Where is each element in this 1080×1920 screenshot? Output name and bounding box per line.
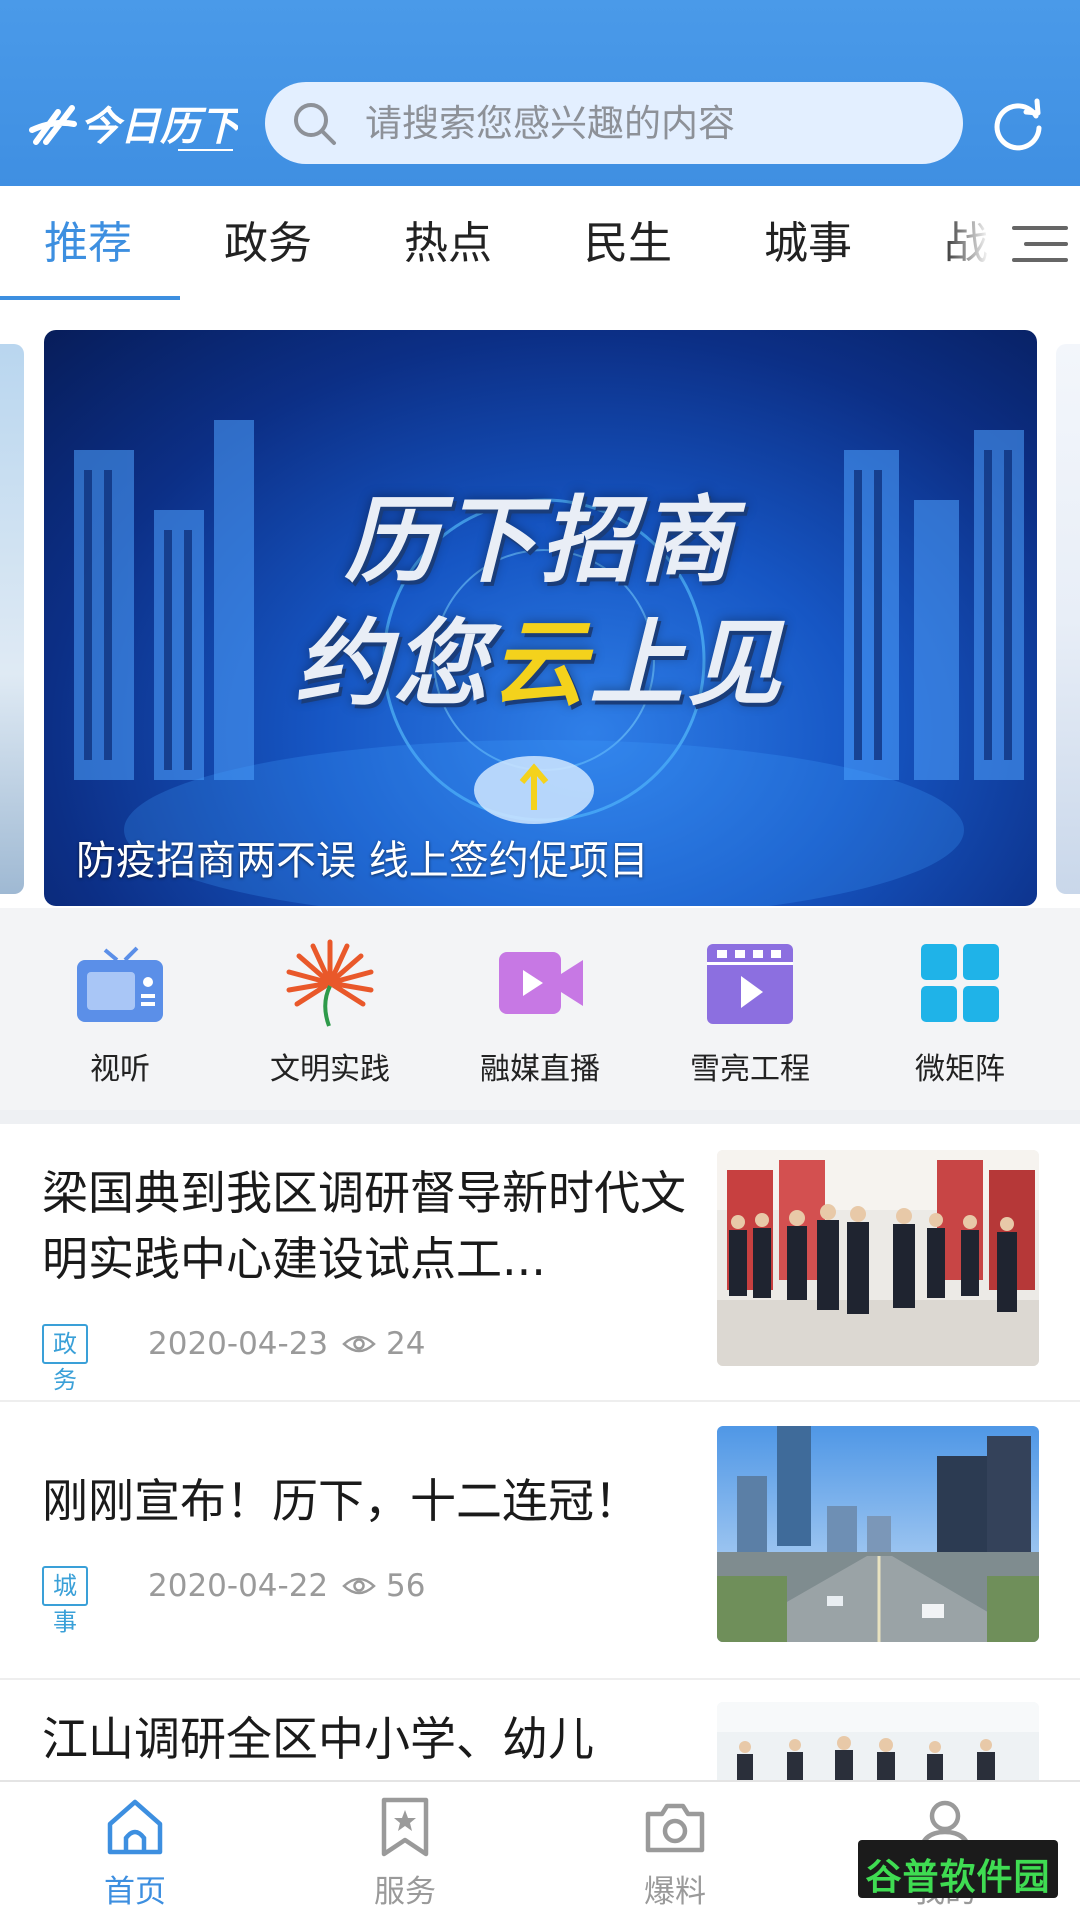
banner-headline-2c: 上见 bbox=[589, 610, 786, 719]
quick-entry-label: 融媒直播 bbox=[480, 1052, 600, 1087]
banner-carousel[interactable]: 历下招商 约您云上见 防疫招商两不误 线上签约促项目 bbox=[0, 300, 1080, 908]
banner-caption[interactable]: 防疫招商两不误 线上签约促项目 bbox=[76, 828, 649, 886]
refresh-icon[interactable] bbox=[990, 96, 1046, 152]
quick-entry-civilization[interactable]: 文明实践 bbox=[240, 938, 420, 1098]
menu-icon[interactable] bbox=[1010, 222, 1068, 266]
search-icon bbox=[294, 103, 336, 145]
news-item[interactable]: 梁国典到我区调研督导新时代文明实践中心建设试点工... 政务 2020-04-2… bbox=[0, 1124, 1080, 1402]
nav-service[interactable]: 服务 bbox=[330, 1796, 480, 1916]
tab-city[interactable]: 城事 bbox=[764, 216, 852, 272]
nav-label: 爆料 bbox=[644, 1874, 706, 1910]
quick-entry-label: 雪亮工程 bbox=[690, 1052, 810, 1087]
channel-tabs: 推荐 政务 热点 民生 城事 战 bbox=[0, 186, 1080, 300]
logo-text: 今日历下 bbox=[80, 104, 238, 150]
publish-date: 2020-04-23 bbox=[148, 1326, 329, 1362]
view-count: 24 bbox=[386, 1326, 426, 1362]
tab-government[interactable]: 政务 bbox=[224, 216, 312, 272]
tv-icon bbox=[77, 946, 163, 1022]
quick-entry-live[interactable]: 融媒直播 bbox=[450, 938, 630, 1098]
camera-icon bbox=[645, 1803, 705, 1853]
news-title[interactable]: 梁国典到我区调研督导新时代文明实践中心建设试点工... bbox=[42, 1160, 692, 1292]
news-thumbnail[interactable] bbox=[717, 1702, 1039, 1780]
tab-recommend[interactable]: 推荐 bbox=[44, 216, 132, 272]
news-list: 梁国典到我区调研督导新时代文明实践中心建设试点工... 政务 2020-04-2… bbox=[0, 1124, 1080, 1780]
watermark-text: 谷普软件园 bbox=[865, 1857, 1051, 1898]
nav-home[interactable]: 首页 bbox=[60, 1796, 210, 1916]
quick-entry-matrix[interactable]: 微矩阵 bbox=[870, 938, 1050, 1098]
quick-entry-xueliang[interactable]: 雪亮工程 bbox=[660, 938, 840, 1098]
banner-headline-2: 约您云上见 bbox=[44, 588, 1037, 724]
view-count: 56 bbox=[386, 1568, 426, 1604]
nav-label: 服务 bbox=[374, 1874, 436, 1910]
nav-label: 首页 bbox=[104, 1874, 166, 1910]
news-title[interactable]: 江山调研全区中小学、幼儿 bbox=[42, 1706, 692, 1772]
site-watermark: 谷普软件园 bbox=[858, 1840, 1058, 1898]
app-root: 今日历下 请搜索您感兴趣的内容 推荐 政务 热点 民生 城事 战 bbox=[0, 0, 1080, 1920]
grid-icon bbox=[921, 944, 999, 1022]
search-bar[interactable]: 请搜索您感兴趣的内容 bbox=[265, 82, 963, 164]
quick-entry-label: 微矩阵 bbox=[915, 1052, 1005, 1087]
banner-headline-2b: 云 bbox=[491, 610, 590, 719]
banner-slide[interactable]: 历下招商 约您云上见 防疫招商两不误 线上签约促项目 bbox=[44, 330, 1037, 906]
app-logo[interactable]: 今日历下 bbox=[28, 90, 238, 160]
search-placeholder[interactable]: 请搜索您感兴趣的内容 bbox=[365, 102, 735, 146]
news-item[interactable]: 刚刚宣布！历下，十二连冠！ 城事 2020-04-22 56 bbox=[0, 1402, 1080, 1680]
video-camera-icon bbox=[499, 952, 583, 1014]
news-item[interactable]: 江山调研全区中小学、幼儿 bbox=[0, 1680, 1080, 1780]
home-icon bbox=[107, 1799, 163, 1855]
banner-headline-2a: 约您 bbox=[295, 610, 492, 719]
eye-icon bbox=[342, 1577, 376, 1595]
news-thumbnail[interactable] bbox=[717, 1426, 1039, 1642]
next-banner-peek[interactable] bbox=[1056, 344, 1080, 894]
tab-livelihood[interactable]: 民生 bbox=[584, 216, 672, 272]
film-icon bbox=[707, 944, 793, 1024]
quick-entry-label: 视听 bbox=[90, 1052, 150, 1087]
banner-headline-1: 历下招商 bbox=[344, 487, 737, 596]
news-title[interactable]: 刚刚宣布！历下，十二连冠！ bbox=[42, 1468, 692, 1534]
publish-date: 2020-04-22 bbox=[148, 1568, 329, 1604]
news-thumbnail[interactable] bbox=[717, 1150, 1039, 1366]
category-tag: 政务 bbox=[42, 1324, 88, 1394]
prev-banner-peek[interactable] bbox=[0, 344, 24, 894]
quick-entry-bar: 视听 文明实践 融媒直播 雪亮工程 微矩阵 bbox=[0, 908, 1080, 1110]
bookmark-star-icon bbox=[381, 1797, 429, 1857]
top-header: 今日历下 请搜索您感兴趣的内容 bbox=[0, 0, 1080, 186]
tab-hot[interactable]: 热点 bbox=[404, 216, 492, 272]
category-tag: 城事 bbox=[42, 1566, 88, 1636]
eye-icon bbox=[342, 1335, 376, 1353]
nav-report[interactable]: 爆料 bbox=[600, 1796, 750, 1916]
quick-entry-label: 文明实践 bbox=[270, 1052, 390, 1087]
section-divider bbox=[0, 1110, 1080, 1124]
flower-icon bbox=[286, 939, 374, 1027]
quick-entry-audio-video[interactable]: 视听 bbox=[30, 938, 210, 1098]
